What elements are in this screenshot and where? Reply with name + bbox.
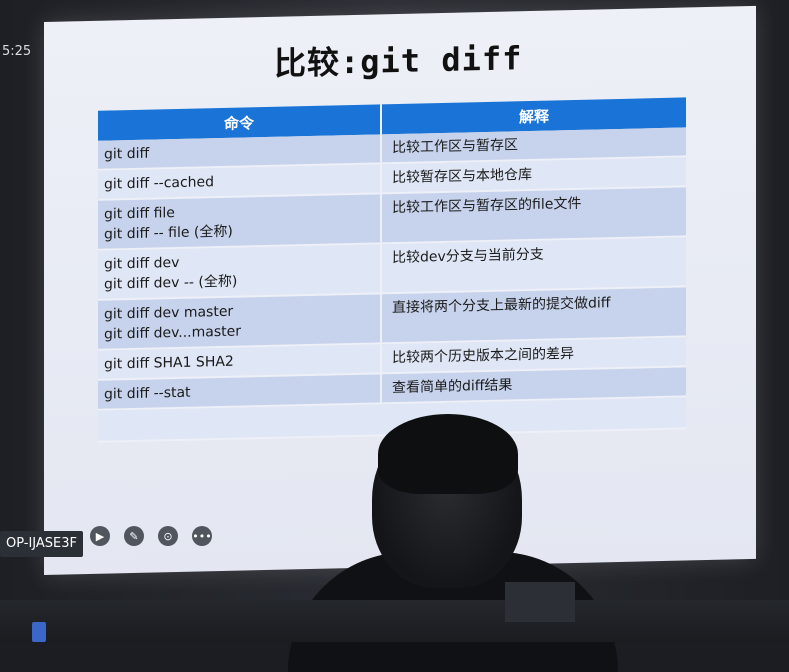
command-text: git diff [104,145,150,163]
explanation-cell: 比较工作区与暂存区 [392,137,518,157]
command-cell: git diff dev git diff dev -- (全称) [98,244,382,299]
laptop [505,582,575,622]
presentation-toolbar: ▶ ✎ ⊙ ••• [90,526,212,546]
clock: 5:25 [2,44,32,59]
explanation-cell: 直接将两个分支上最新的提交做diff [392,295,611,317]
slide-title: 比较:git diff [274,39,523,83]
command-cell: git diff file git diff -- file (全称) [98,194,382,249]
command-cell: git diff [98,134,382,169]
play-icon[interactable]: ▶ [90,526,110,546]
person-hair [378,414,518,494]
more-icon[interactable]: ••• [192,526,212,546]
desk [0,600,789,642]
explanation-cell: 比较暂存区与本地仓库 [392,166,532,187]
explanation-cell: 比较两个历史版本之间的差异 [392,345,574,367]
screenshot-icon[interactable]: ⊙ [158,526,178,546]
pencil-icon[interactable]: ✎ [124,526,144,546]
cup [32,622,46,642]
host-label: OP-IJASE3F [0,531,84,557]
command-cell: git diff --cached [98,164,382,199]
command-text: git diff --stat [104,384,191,403]
git-diff-table: 命令 解释 git diff 比较工作区与暂存区 git diff --cached… [98,97,686,443]
command-cell: git diff SHA1 SHA2 [98,344,382,379]
command-text: git diff SHA1 SHA2 [104,353,234,373]
command-text: git diff --cached [104,174,215,193]
command-cell: git diff dev master git diff dev...master [98,294,382,349]
explanation-cell: 查看简单的diff结果 [392,377,513,397]
explanation-cell: 比较dev分支与当前分支 [392,246,544,267]
explanation-cell: 比较工作区与暂存区的file文件 [392,195,582,217]
command-cell: git diff --stat [98,374,382,409]
